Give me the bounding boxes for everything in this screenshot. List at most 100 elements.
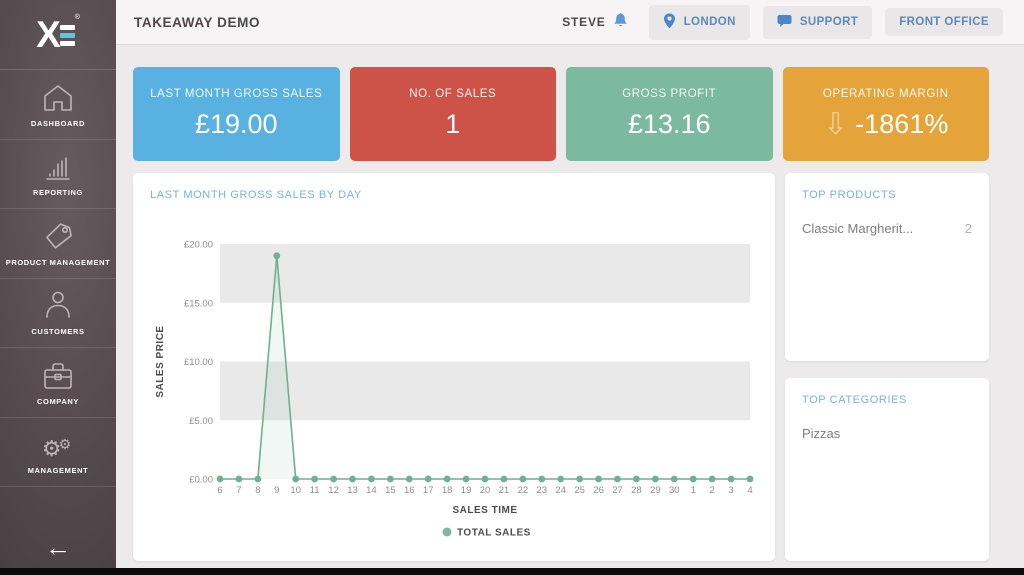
sidebar-item-label: REPORTING — [33, 188, 83, 197]
kpi-card-gross-sales[interactable]: LAST MONTH GROSS SALES £19.00 — [133, 67, 340, 161]
header-actions: STEVE LONDON — [562, 5, 1003, 40]
sidebar-item-dashboard[interactable]: DASHBOARD — [0, 70, 116, 140]
sidebar-item-management[interactable]: ⚙⚙ MANAGEMENT — [0, 418, 116, 488]
svg-text:9: 9 — [274, 485, 279, 496]
app-logo[interactable]: X ® — [0, 0, 116, 70]
map-pin-icon — [663, 13, 676, 32]
svg-text:16: 16 — [404, 485, 415, 496]
top-products-title: TOP PRODUCTS — [802, 189, 972, 201]
list-item[interactable]: Pizzas — [802, 426, 972, 441]
svg-text:7: 7 — [236, 485, 241, 496]
svg-text:14: 14 — [366, 485, 377, 496]
kpi-label: LAST MONTH GROSS SALES — [150, 88, 322, 100]
svg-text:26: 26 — [593, 485, 604, 496]
sales-line-chart[interactable]: £0.00£5.00£10.00£15.00£20.00678910111213… — [133, 173, 775, 561]
support-button-label: SUPPORT — [800, 16, 858, 28]
svg-text:12: 12 — [328, 485, 339, 496]
kpi-value: ⇩ -1861% — [823, 109, 948, 140]
sidebar: X ® DASHBOARD REPORTING — [0, 0, 116, 568]
logo-x-glyph: X — [36, 16, 58, 53]
top-products-panel: TOP PRODUCTS Classic Margherit... 2 — [785, 173, 989, 361]
svg-text:SALES TIME: SALES TIME — [452, 505, 517, 516]
svg-text:TOTAL SALES: TOTAL SALES — [457, 528, 531, 539]
svg-text:19: 19 — [461, 485, 472, 496]
kpi-label: GROSS PROFIT — [622, 88, 716, 100]
product-name: Classic Margherit... — [802, 221, 913, 236]
sidebar-item-label: CUSTOMERS — [31, 327, 84, 336]
svg-text:23: 23 — [536, 485, 547, 496]
person-icon — [42, 289, 74, 321]
svg-text:£10.00: £10.00 — [184, 357, 213, 368]
briefcase-icon — [41, 359, 75, 391]
sidebar-item-label: DASHBOARD — [31, 119, 85, 128]
svg-text:£5.00: £5.00 — [189, 416, 213, 427]
svg-text:27: 27 — [612, 485, 623, 496]
kpi-card-gross-profit[interactable]: GROSS PROFIT £13.16 — [566, 67, 773, 161]
svg-text:£20.00: £20.00 — [184, 240, 213, 251]
list-item[interactable]: Classic Margherit... 2 — [802, 221, 972, 236]
user-menu[interactable]: STEVE — [562, 12, 627, 33]
sidebar-item-label: PRODUCT MANAGEMENT — [6, 258, 111, 267]
bell-icon[interactable] — [613, 12, 628, 33]
user-name: STEVE — [562, 15, 605, 29]
svg-text:29: 29 — [650, 485, 661, 496]
svg-text:4: 4 — [747, 485, 752, 496]
front-office-button-label: FRONT OFFICE — [899, 16, 989, 28]
product-count: 2 — [965, 221, 972, 236]
category-name: Pizzas — [802, 426, 840, 441]
side-panels-column: TOP PRODUCTS Classic Margherit... 2 TOP … — [785, 173, 989, 561]
svg-text:2: 2 — [709, 485, 714, 496]
sidebar-item-reporting[interactable]: REPORTING — [0, 140, 116, 210]
svg-text:8: 8 — [255, 485, 260, 496]
svg-text:6: 6 — [217, 485, 222, 496]
svg-text:11: 11 — [310, 485, 320, 496]
svg-text:£0.00: £0.00 — [189, 475, 213, 486]
svg-text:30: 30 — [669, 485, 680, 496]
kpi-value: £19.00 — [195, 109, 278, 140]
location-button[interactable]: LONDON — [649, 5, 750, 40]
main-content: LAST MONTH GROSS SALES £19.00 NO. OF SAL… — [116, 46, 1024, 568]
home-icon — [42, 81, 74, 113]
tag-icon — [42, 220, 74, 252]
top-header: TAKEAWAY DEMO STEVE LONDON — [116, 0, 1024, 45]
kpi-row: LAST MONTH GROSS SALES £19.00 NO. OF SAL… — [133, 67, 989, 161]
location-button-label: LONDON — [684, 16, 736, 28]
sidebar-item-product-management[interactable]: PRODUCT MANAGEMENT — [0, 209, 116, 279]
svg-text:21: 21 — [499, 485, 510, 496]
gears-icon: ⚙⚙ — [42, 428, 74, 460]
svg-text:15: 15 — [385, 485, 396, 496]
kpi-value: 1 — [445, 109, 460, 140]
registered-trademark: ® — [75, 14, 80, 21]
lower-row: LAST MONTH GROSS SALES BY DAY £0.00£5.00… — [133, 173, 989, 561]
svg-text:1: 1 — [691, 485, 696, 496]
logo-e-glyph — [60, 25, 75, 46]
bottom-edge-bar — [0, 568, 1024, 575]
svg-text:20: 20 — [480, 485, 491, 496]
front-office-button[interactable]: FRONT OFFICE — [885, 8, 1003, 36]
sidebar-item-customers[interactable]: CUSTOMERS — [0, 279, 116, 349]
top-categories-panel: TOP CATEGORIES Pizzas — [785, 378, 989, 561]
back-arrow-button[interactable]: ← — [0, 534, 116, 560]
kpi-label: NO. OF SALES — [409, 88, 496, 100]
svg-text:18: 18 — [442, 485, 453, 496]
sidebar-item-company[interactable]: COMPANY — [0, 348, 116, 418]
kpi-card-no-of-sales[interactable]: NO. OF SALES 1 — [350, 67, 557, 161]
page-title: TAKEAWAY DEMO — [134, 15, 260, 30]
down-arrow-icon: ⇩ — [823, 113, 848, 137]
svg-text:17: 17 — [423, 485, 434, 496]
kpi-card-operating-margin[interactable]: OPERATING MARGIN ⇩ -1861% — [783, 67, 990, 161]
svg-text:10: 10 — [290, 485, 301, 496]
support-button[interactable]: SUPPORT — [763, 6, 872, 39]
svg-text:3: 3 — [728, 485, 733, 496]
kpi-label: OPERATING MARGIN — [823, 88, 949, 100]
svg-text:24: 24 — [555, 485, 566, 496]
kpi-value: £13.16 — [628, 109, 711, 140]
sidebar-item-label: COMPANY — [37, 397, 79, 406]
svg-text:SALES PRICE: SALES PRICE — [155, 325, 166, 397]
svg-text:13: 13 — [347, 485, 358, 496]
svg-text:28: 28 — [631, 485, 642, 496]
kpi-value-text: -1861% — [855, 109, 948, 140]
sidebar-item-label: MANAGEMENT — [28, 466, 89, 475]
svg-text:25: 25 — [574, 485, 585, 496]
top-categories-title: TOP CATEGORIES — [802, 394, 972, 406]
